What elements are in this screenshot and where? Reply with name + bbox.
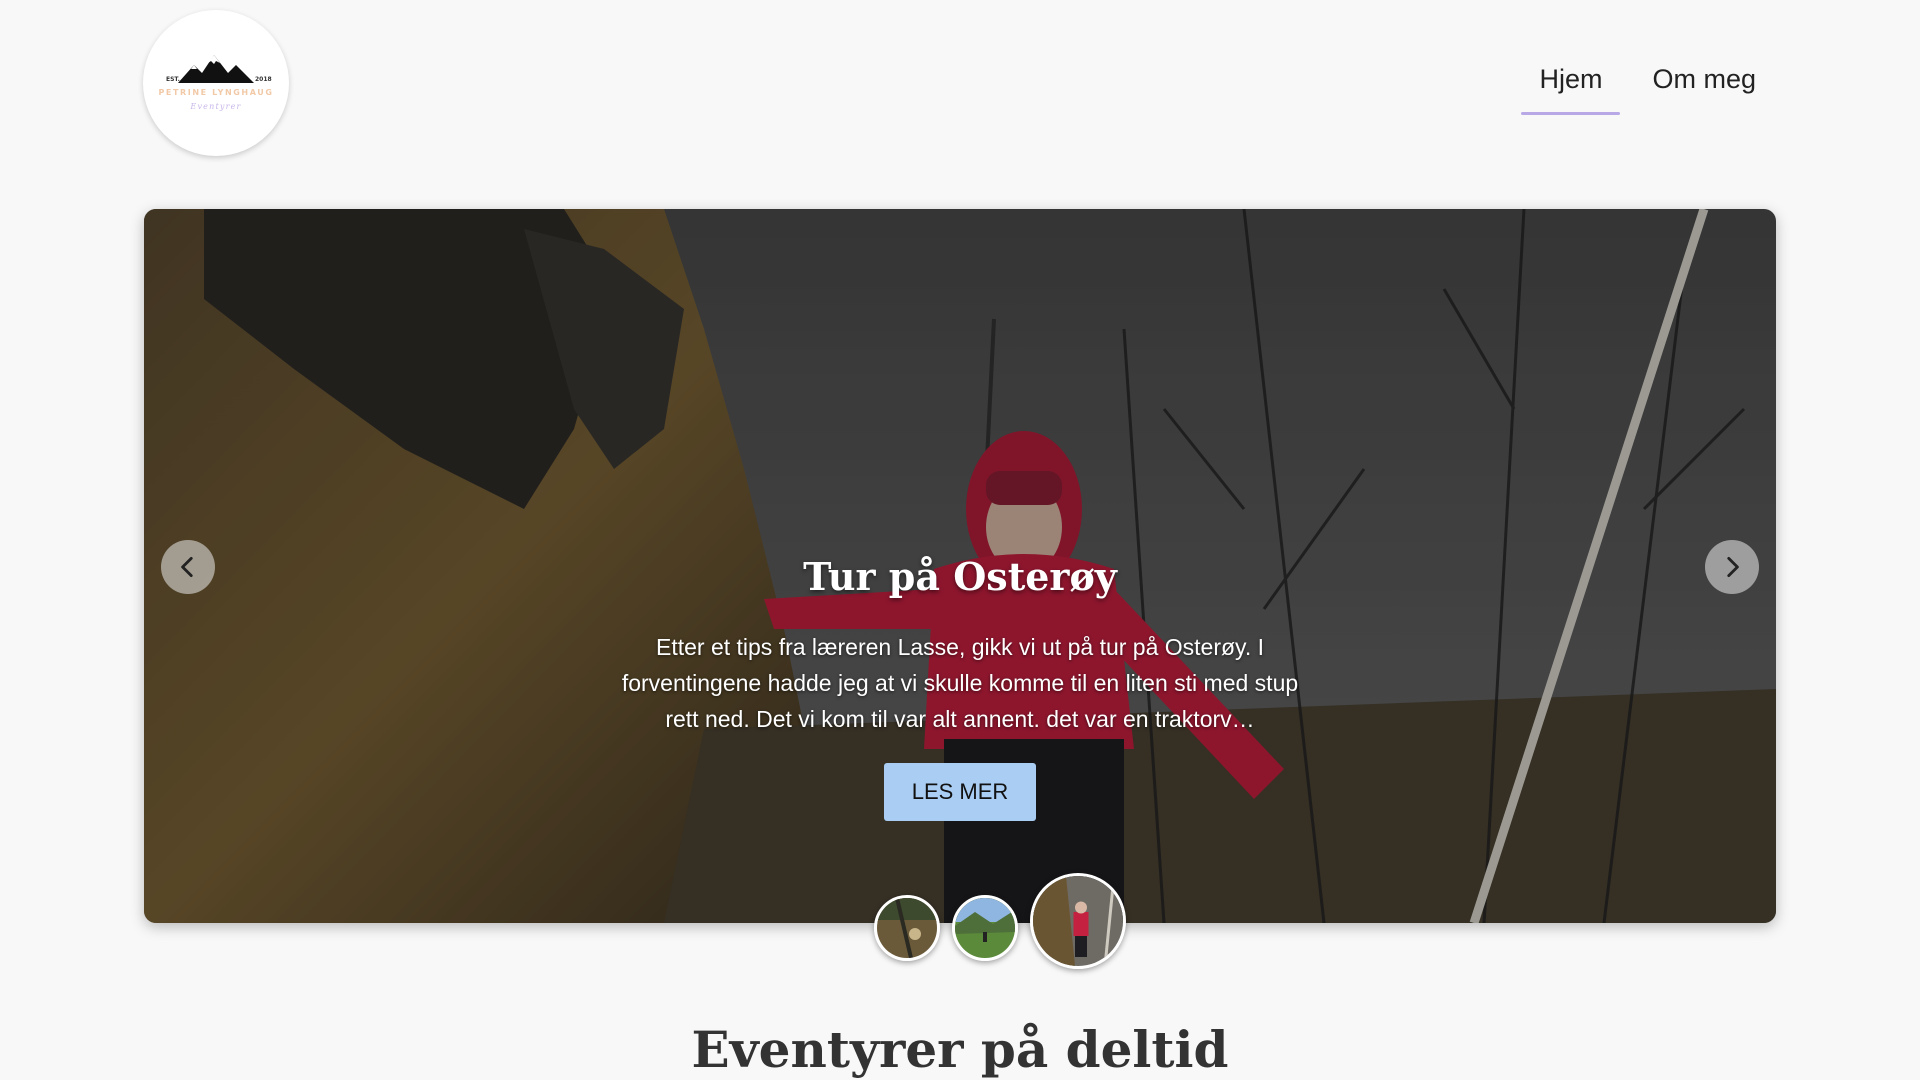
- thumbnail-image-1: [877, 898, 937, 958]
- section-title: Eventyrer på deltid: [691, 1020, 1229, 1079]
- thumbnail-image-3: [1033, 876, 1123, 966]
- thumbnail-3-active[interactable]: [1030, 873, 1126, 969]
- hero-text: Etter et tips fra læreren Lasse, gikk vi…: [621, 634, 1299, 732]
- main-nav: Hjem Om meg: [1507, 60, 1774, 115]
- thumbnail-image-2: [955, 898, 1015, 958]
- mountain-logo-icon: EST. 2018 PETRINE LYNGHAUG Eventyrer: [158, 55, 273, 111]
- thumbnail-1[interactable]: [874, 895, 940, 961]
- thumbnail-2[interactable]: [952, 895, 1018, 961]
- nav-item-om-meg[interactable]: Om meg: [1634, 60, 1774, 115]
- logo-tagline: Eventyrer: [189, 102, 241, 111]
- read-more-button[interactable]: LES MER: [883, 763, 1037, 821]
- carousel-thumbnails: [0, 873, 1920, 969]
- hero-title: Tur på Osterøy: [803, 554, 1117, 599]
- nav-item-hjem[interactable]: Hjem: [1521, 60, 1621, 115]
- site-logo[interactable]: EST. 2018 PETRINE LYNGHAUG Eventyrer: [143, 10, 289, 156]
- page: EST. 2018 PETRINE LYNGHAUG Eventyrer Hje…: [0, 0, 1920, 1080]
- logo-est-left: EST.: [166, 76, 180, 83]
- logo-est-right: 2018: [255, 76, 272, 83]
- hero-content: Tur på Osterøy Etter et tips fra læreren…: [144, 554, 1776, 821]
- hero-carousel: Tur på Osterøy Etter et tips fra læreren…: [144, 209, 1776, 923]
- logo-brand: PETRINE LYNGHAUG: [158, 88, 273, 97]
